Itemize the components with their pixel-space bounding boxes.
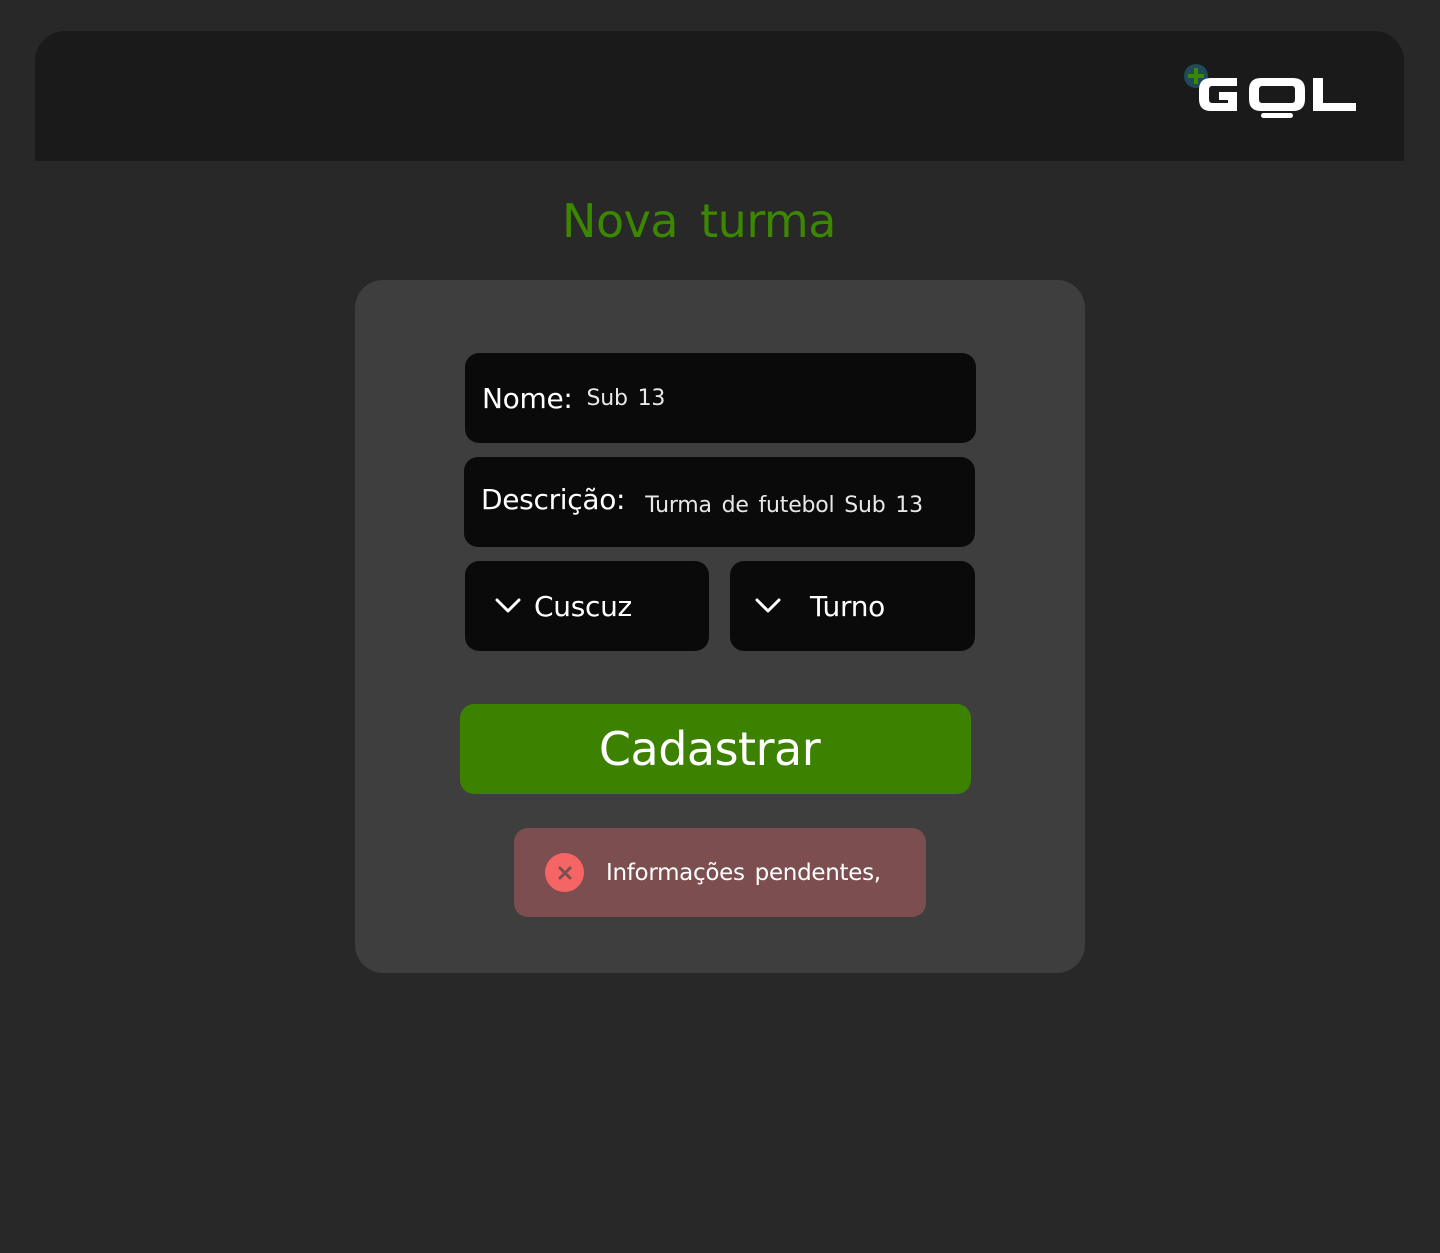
chevron-down-icon (755, 598, 781, 613)
shift-select-value: Turno (810, 589, 885, 623)
cadastrar-button[interactable]: Cadastrar (460, 704, 971, 794)
category-select-value: Cuscuz (534, 589, 632, 623)
name-input[interactable]: Sub 13 (587, 386, 666, 411)
logo[interactable] (1183, 64, 1363, 120)
description-label: Descrição: (481, 482, 626, 516)
cadastrar-button-label: Cadastrar (598, 722, 821, 776)
description-input[interactable]: Turma de futebol Sub 13 (645, 493, 923, 518)
close-x-icon (558, 866, 571, 879)
name-label: Nome: (482, 381, 573, 415)
name-field[interactable]: Nome: Sub 13 (465, 353, 976, 443)
chevron-down-icon (495, 598, 521, 613)
page-title: Nova turma (562, 194, 836, 248)
alert-message: Informações pendentes, (606, 859, 881, 886)
category-select[interactable]: Cuscuz (465, 561, 709, 651)
description-field[interactable]: Descrição: Turma de futebol Sub 13 (464, 457, 975, 547)
shift-select[interactable]: Turno (730, 561, 975, 651)
error-alert: Informações pendentes, (514, 828, 926, 917)
error-icon (545, 853, 584, 892)
gol-logo-icon (1184, 64, 1356, 118)
